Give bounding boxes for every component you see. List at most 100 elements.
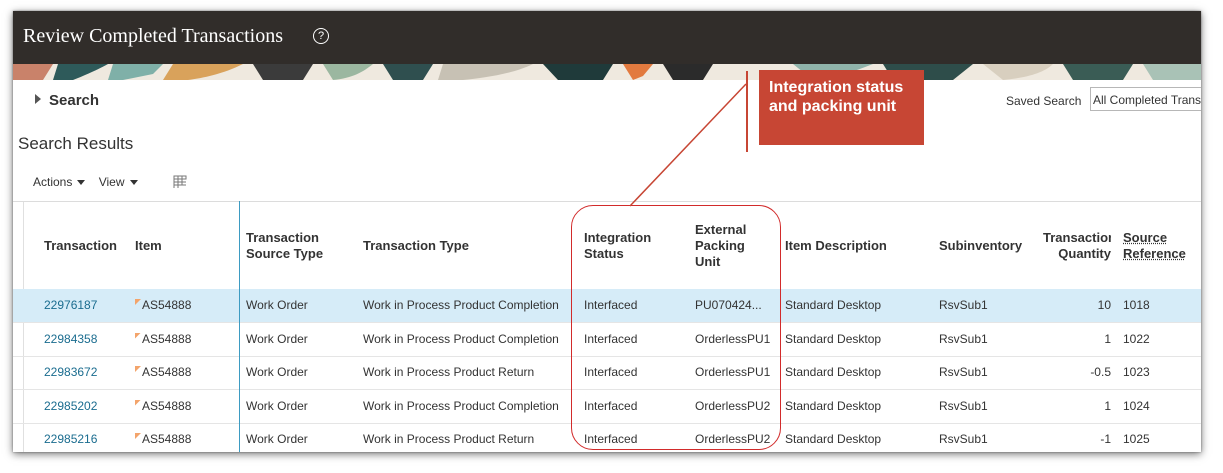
item-flag-icon: [135, 332, 141, 339]
transaction-link[interactable]: 22983672: [44, 356, 97, 389]
source-reference-cell: 1018: [1123, 298, 1150, 312]
column-header-item[interactable]: Item: [135, 238, 162, 254]
actions-menu[interactable]: Actions: [33, 175, 86, 189]
item-flag-icon: [135, 399, 141, 406]
table-row[interactable]: 22983672 AS54888 Work Order Work in Process…: [13, 356, 1201, 390]
column-header-source-type[interactable]: Transaction Source Type: [246, 230, 346, 262]
item-text: AS54888: [142, 331, 192, 346]
integration-status-cell: Interfaced: [584, 398, 638, 413]
callout-bar: [746, 71, 748, 152]
title-bar: Review Completed Transactions ?: [13, 11, 1201, 64]
column-header-item-description[interactable]: Item Description: [785, 238, 887, 254]
view-label: View: [98, 175, 125, 189]
item-cell: AS54888: [135, 289, 191, 322]
integration-status-cell: Interfaced: [584, 298, 638, 312]
caret-down-icon: [129, 180, 138, 185]
table-row[interactable]: 22985202 AS54888 Work Order Work in Process…: [13, 390, 1201, 424]
source-reference-cell: 1025: [1123, 432, 1150, 446]
packing-unit-cell: OrderlessPU2: [695, 432, 771, 446]
transaction-link[interactable]: 22985202: [44, 390, 97, 423]
quantity-cell: -0.5: [1090, 365, 1111, 379]
caret-down-icon: [77, 180, 86, 185]
decorative-banner: [13, 64, 1201, 80]
packing-unit-cell: OrderlessPU1: [695, 365, 771, 379]
transaction-type-cell: Work in Process Product Completion: [363, 298, 559, 312]
packing-unit-cell: OrderlessPU1: [695, 331, 771, 346]
transaction-link[interactable]: 22976187: [44, 289, 97, 322]
transaction-type-cell: Work in Process Product Completion: [363, 398, 559, 413]
column-header-integration-status[interactable]: Integration Status: [584, 230, 674, 262]
table-row[interactable]: 22984358 AS54888 Work Order Work in Process…: [13, 323, 1201, 357]
source-reference-cell: 1023: [1123, 365, 1150, 379]
item-description-cell: Standard Desktop: [785, 398, 882, 413]
question-circle-icon[interactable]: ?: [313, 28, 329, 44]
column-header-packing-unit[interactable]: External Packing Unit: [695, 222, 765, 270]
item-text: AS54888: [142, 432, 192, 446]
results-table: Transaction Item Transaction Source Type…: [13, 201, 1201, 452]
page-frame: Review Completed Transactions ? Search S…: [13, 11, 1201, 452]
source-type-cell: Work Order: [246, 432, 308, 446]
item-description-cell: Standard Desktop: [785, 432, 882, 446]
view-menu[interactable]: View: [99, 175, 138, 189]
actions-label: Actions: [33, 175, 73, 189]
item-description-cell: Standard Desktop: [785, 365, 882, 379]
subinventory-cell: RsvSub1: [939, 331, 988, 346]
item-text: AS54888: [142, 398, 192, 413]
transaction-link[interactable]: 22985216: [44, 423, 97, 452]
item-text: AS54888: [142, 298, 192, 312]
table-header: Transaction Item Transaction Source Type…: [13, 202, 1201, 290]
item-description-cell: Standard Desktop: [785, 298, 882, 312]
item-cell: AS54888: [135, 356, 191, 389]
column-header-quantity[interactable]: Transaction Quantity: [1043, 230, 1111, 264]
transaction-type-cell: Work in Process Product Return: [363, 365, 535, 379]
freeze-columns-icon[interactable]: [173, 175, 187, 189]
item-cell: AS54888: [135, 390, 191, 423]
item-flag-icon: [135, 299, 141, 305]
quantity-cell: 1: [1104, 398, 1111, 413]
integration-status-cell: Interfaced: [584, 365, 638, 379]
source-type-cell: Work Order: [246, 331, 308, 346]
subinventory-cell: RsvSub1: [939, 398, 988, 413]
saved-search-label: Saved Search: [1006, 94, 1082, 108]
column-header-transaction[interactable]: Transaction: [44, 238, 117, 254]
search-disclosure[interactable]: Search: [35, 92, 99, 109]
page-title: Review Completed Transactions: [23, 25, 283, 47]
column-header-type[interactable]: Transaction Type: [363, 238, 469, 254]
integration-status-cell: Interfaced: [584, 331, 638, 346]
search-panel: Search Saved Search All Completed Trans: [13, 80, 1201, 120]
quantity-cell: 1: [1104, 331, 1111, 346]
transaction-link[interactable]: 22984358: [44, 323, 97, 356]
results-toolbar: Actions View: [33, 175, 148, 189]
banner-pattern: [13, 64, 1201, 80]
transaction-type-cell: Work in Process Product Return: [363, 432, 535, 446]
source-reference-cell: 1022: [1123, 331, 1150, 346]
source-type-cell: Work Order: [246, 298, 308, 312]
item-flag-icon: [135, 366, 141, 372]
item-cell: AS54888: [135, 423, 191, 452]
subinventory-cell: RsvSub1: [939, 432, 988, 446]
item-cell: AS54888: [135, 323, 191, 356]
search-label: Search: [49, 92, 100, 109]
expand-triangle-icon: [35, 94, 41, 104]
column-header-subinventory[interactable]: Subinventory: [939, 238, 1022, 254]
table-row[interactable]: 22985216 AS54888 Work Order Work in Process…: [13, 423, 1201, 452]
quantity-cell: 10: [1097, 298, 1111, 312]
column-header-source-reference[interactable]: Source Reference: [1123, 230, 1193, 262]
packing-unit-cell: PU070424...: [695, 298, 762, 312]
transaction-type-cell: Work in Process Product Completion: [363, 331, 559, 346]
subinventory-cell: RsvSub1: [939, 365, 988, 379]
source-reference-cell: 1024: [1123, 398, 1150, 413]
callout-box: Integration status and packing unit: [759, 70, 924, 145]
quantity-cell: -1: [1100, 432, 1111, 446]
item-text: AS54888: [142, 365, 192, 379]
source-type-cell: Work Order: [246, 398, 308, 413]
frozen-column-divider: [239, 201, 240, 452]
packing-unit-cell: OrderlessPU2: [695, 398, 771, 413]
item-description-cell: Standard Desktop: [785, 331, 882, 346]
item-flag-icon: [135, 433, 141, 439]
integration-status-cell: Interfaced: [584, 432, 638, 446]
table-row[interactable]: 22976187 AS54888 Work Order Work in Process…: [13, 289, 1201, 323]
saved-search-select[interactable]: All Completed Trans: [1090, 87, 1201, 111]
source-type-cell: Work Order: [246, 365, 308, 379]
search-results-title: Search Results: [18, 134, 134, 153]
